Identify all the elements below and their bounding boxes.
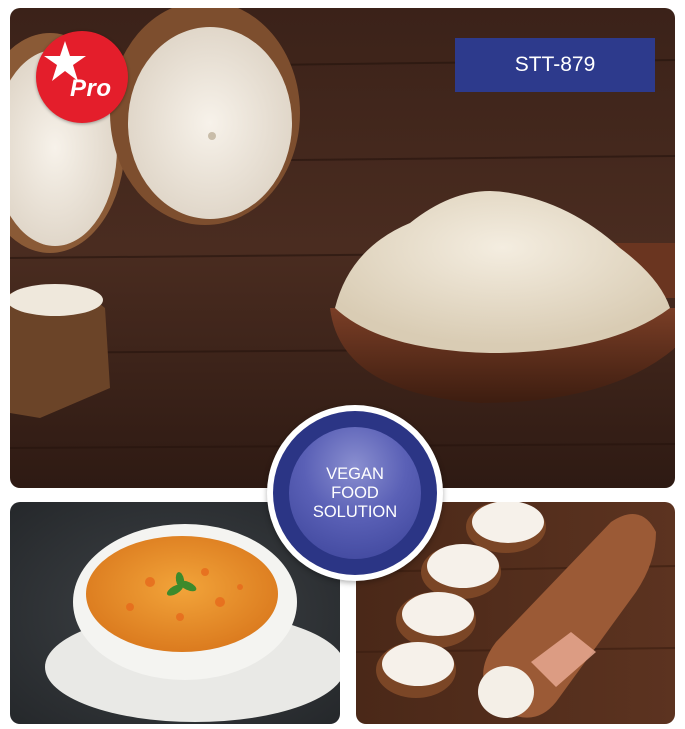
seal-center: VEGAN FOOD SOLUTION [289,427,421,559]
seal-line-solution: SOLUTION [312,502,398,521]
pro-badge: Pro [36,31,128,123]
seal-line-food: FOOD [331,483,379,502]
seal-line-vegan: VEGAN [326,464,384,483]
vegan-food-solution-seal: VEGAN FOOD SOLUTION [267,405,443,581]
pro-label: Pro [70,75,112,102]
product-code-badge: STT-879 [455,38,655,92]
